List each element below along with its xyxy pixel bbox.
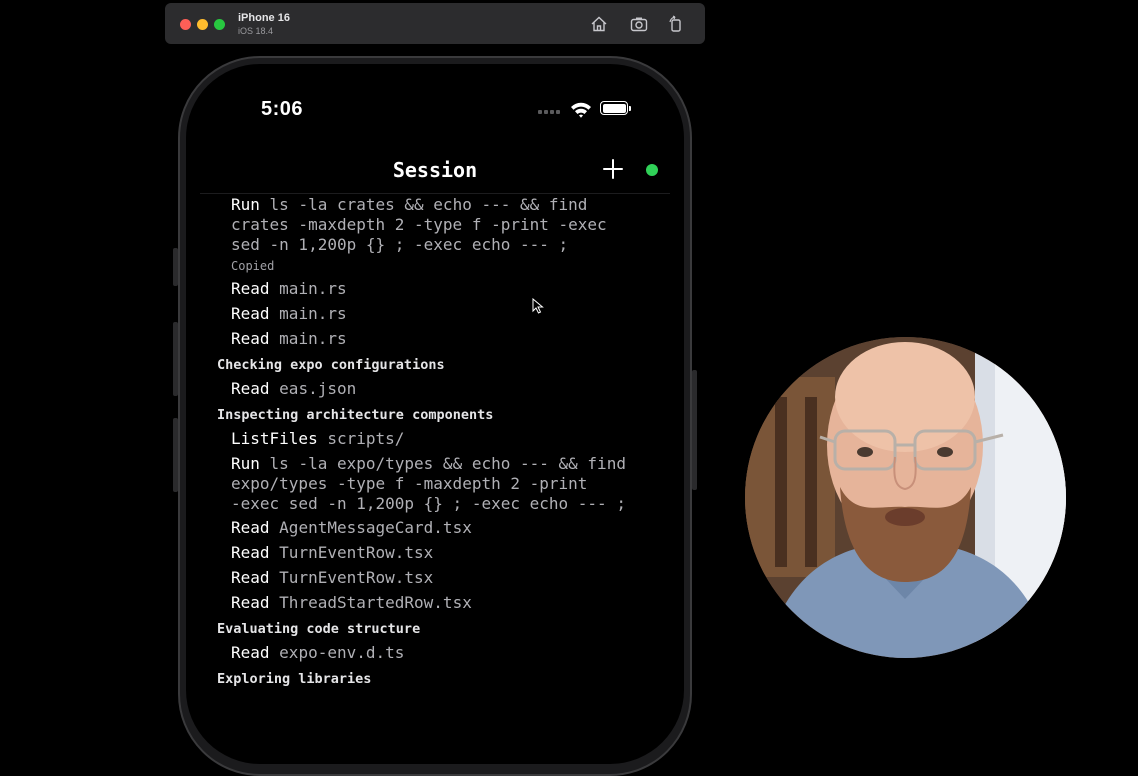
run-verb: Run: [231, 454, 260, 473]
cellular-signal-icon: [538, 110, 560, 114]
simulator-title-bar: iPhone 16 iOS 18.4: [165, 3, 705, 44]
wifi-icon: [571, 102, 591, 118]
section-heading: Checking expo configurations: [217, 357, 445, 373]
read-verb: Read: [231, 518, 270, 537]
file-name: main.rs: [279, 279, 347, 298]
file-name: main.rs: [279, 329, 347, 348]
connection-status-dot: [646, 164, 658, 176]
read-entry[interactable]: Read eas.json: [217, 379, 657, 399]
read-verb: Read: [231, 379, 270, 398]
close-window-button[interactable]: [180, 19, 191, 30]
section-heading: Exploring libraries: [217, 671, 372, 687]
file-name: main.rs: [279, 304, 347, 323]
command-text: ls -la expo/types && echo --- && find: [259, 454, 626, 473]
read-entry[interactable]: Read main.rs: [217, 279, 657, 299]
copied-indicator: Copied: [231, 259, 275, 273]
phone-screen: 5:06 Session Run ls -la crates && echo -…: [186, 64, 684, 764]
read-verb: Read: [231, 568, 270, 587]
read-entry[interactable]: Read TurnEventRow.tsx: [217, 543, 657, 563]
command-text: ls -la crates && echo --- && find: [259, 195, 588, 214]
read-verb: Read: [231, 593, 270, 612]
read-verb: Read: [231, 329, 270, 348]
read-entry[interactable]: Read main.rs: [217, 329, 657, 349]
run-verb: Run: [231, 195, 260, 214]
status-time: 5:06: [261, 98, 304, 120]
section-heading: Evaluating code structure: [217, 621, 421, 637]
read-verb: Read: [231, 543, 270, 562]
command-text: expo/types -type f -maxdepth 2 -print: [231, 474, 588, 493]
read-verb: Read: [231, 643, 270, 662]
read-entry[interactable]: Read ThreadStartedRow.tsx: [217, 593, 657, 613]
file-name: expo-env.d.ts: [279, 643, 405, 662]
nav-divider: [200, 193, 670, 194]
read-entry[interactable]: Read expo-env.d.ts: [217, 643, 657, 663]
file-name: eas.json: [279, 379, 357, 398]
listfiles-entry[interactable]: ListFiles scripts/: [217, 429, 657, 449]
plus-icon[interactable]: [603, 159, 623, 179]
file-name: AgentMessageCard.tsx: [279, 518, 472, 537]
run-command-entry[interactable]: Run ls -la crates && echo --- && find cr…: [217, 195, 657, 255]
file-name: ThreadStartedRow.tsx: [279, 593, 472, 612]
session-log[interactable]: Run ls -la crates && echo --- && find cr…: [217, 195, 657, 693]
simulator-os-version: iOS 18.4: [238, 26, 274, 36]
simulator-device-name: iPhone 16: [238, 12, 290, 24]
presenter-face-image: [745, 337, 1066, 658]
minimize-window-button[interactable]: [197, 19, 208, 30]
file-name: TurnEventRow.tsx: [279, 543, 434, 562]
listfiles-verb: ListFiles: [231, 429, 318, 448]
read-verb: Read: [231, 279, 270, 298]
home-icon[interactable]: [590, 15, 608, 33]
command-text: -exec sed -n 1,200p {} ; -exec echo --- …: [231, 494, 626, 513]
section-heading: Inspecting architecture components: [217, 407, 494, 423]
command-text: crates -maxdepth 2 -type f -print -exec: [231, 215, 607, 234]
mouse-cursor-icon: [532, 298, 544, 314]
command-text: sed -n 1,200p {} ; -exec echo --- ;: [231, 235, 569, 254]
webcam-overlay: [745, 337, 1066, 658]
read-entry[interactable]: Read main.rs: [217, 304, 657, 324]
side-button: [692, 370, 697, 490]
zoom-window-button[interactable]: [214, 19, 225, 30]
read-entry[interactable]: Read AgentMessageCard.tsx: [217, 518, 657, 538]
run-command-entry[interactable]: Run ls -la expo/types && echo --- && fin…: [217, 454, 657, 514]
rotate-icon[interactable]: [667, 15, 685, 33]
directory-name: scripts/: [327, 429, 405, 448]
read-entry[interactable]: Read TurnEventRow.tsx: [217, 568, 657, 588]
battery-icon: [600, 101, 631, 115]
screenshot-icon[interactable]: [630, 15, 648, 33]
file-name: TurnEventRow.tsx: [279, 568, 434, 587]
read-verb: Read: [231, 304, 270, 323]
